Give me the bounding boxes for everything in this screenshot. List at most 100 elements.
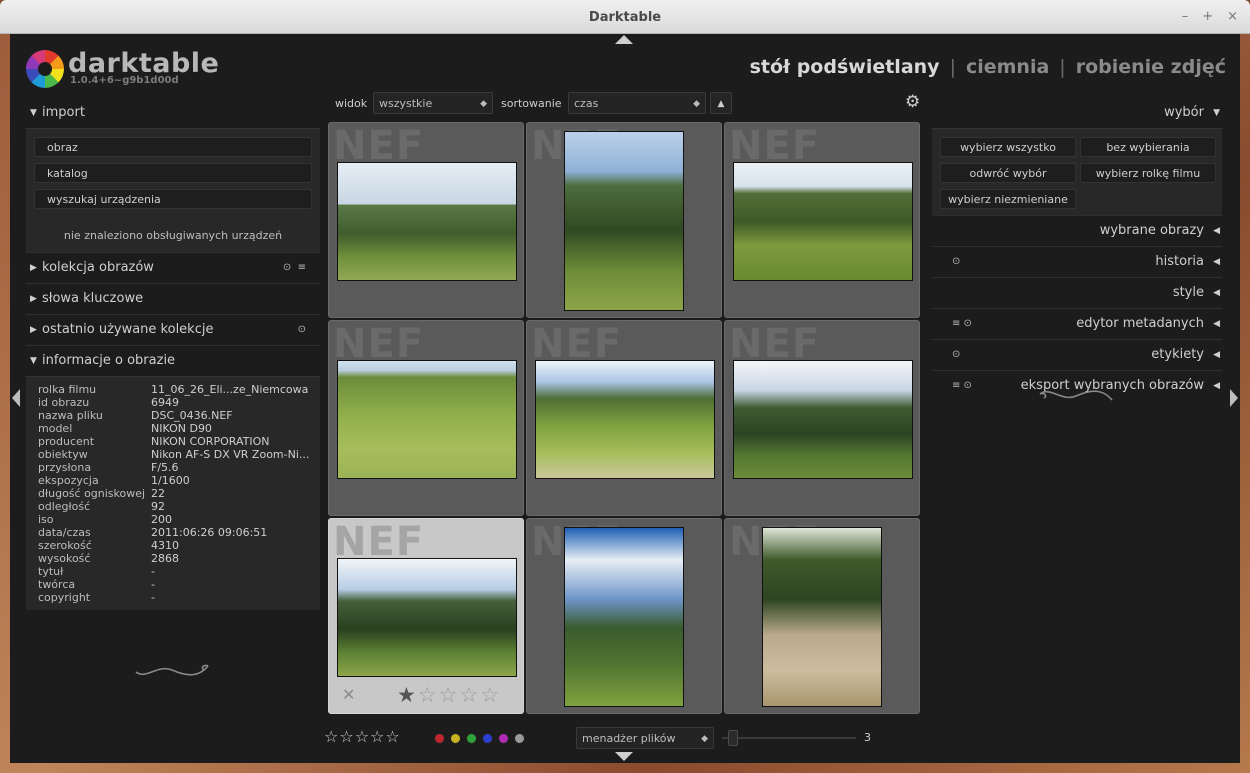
invert-selection-button[interactable]: odwróć wybór <box>940 163 1076 183</box>
view-filter-combo[interactable]: wszystkie ◆ <box>373 92 493 114</box>
thumbnail-image[interactable] <box>564 527 684 707</box>
reset-preset-icons[interactable]: ⊙ ≡ <box>283 253 306 283</box>
maximize-icon[interactable]: + <box>1202 9 1213 24</box>
thumbnail-grid: NEFNEFNEFNEFNEFNEFNEF✕★☆☆☆☆NEFNEF <box>328 122 922 716</box>
info-key: przysłona <box>38 461 92 474</box>
thumbnail-cell[interactable]: NEF <box>724 518 920 714</box>
select-none-button[interactable]: bez wybierania <box>1080 137 1216 157</box>
thumbnail-image[interactable] <box>564 131 684 311</box>
thumbnail-cell[interactable]: NEF ✕ ★☆☆☆☆ <box>328 518 524 714</box>
import-header[interactable]: ▼ import <box>26 98 320 128</box>
collapse-left-arrow-icon[interactable] <box>12 389 20 407</box>
reject-icon[interactable]: ✕ <box>342 685 355 704</box>
info-key: wysokość <box>38 552 91 565</box>
select-header[interactable]: wybór ▼ <box>932 98 1222 128</box>
star-icon[interactable]: ★ <box>397 683 418 707</box>
select-untouched-button[interactable]: wybierz niezmieniane <box>940 189 1076 209</box>
thumbnail-cell[interactable]: NEF <box>724 320 920 516</box>
module-icons[interactable]: ≡ ⊙ <box>952 309 972 339</box>
right-section-header[interactable]: ≡ ⊙ edytor metadanych ◀ <box>932 309 1222 339</box>
thumbnail-image[interactable] <box>762 527 882 707</box>
left-panel: ▼ import obraz katalog wyszukaj urządzen… <box>26 98 320 676</box>
zoom-slider-handle[interactable] <box>728 730 738 746</box>
image-info-header[interactable]: ▼ informacje o obrazie <box>26 346 320 376</box>
right-section-header[interactable]: ⊙ historia ◀ <box>932 247 1222 277</box>
thumbnail-image[interactable] <box>535 360 715 479</box>
layout-combo[interactable]: menadżer plików ◆ <box>576 727 714 749</box>
right-section-header[interactable]: wybrane obrazy ◀ <box>932 216 1222 246</box>
minimize-icon[interactable]: – <box>1182 9 1189 24</box>
window-title: Darktable <box>588 10 662 25</box>
color-label-dot[interactable] <box>498 733 509 744</box>
close-icon[interactable]: × <box>1227 9 1238 24</box>
info-value: 1/1600 <box>151 474 190 487</box>
thumbnail-cell[interactable]: NEF <box>526 518 722 714</box>
rating-filter-stars[interactable]: ☆☆☆☆☆ <box>324 727 401 746</box>
collapse-bottom-arrow-icon[interactable] <box>615 752 633 761</box>
info-value: 11_06_26_Eli...ze_Niemcowa <box>151 383 309 396</box>
info-row: model NIKON D90 <box>38 422 314 435</box>
star-icon[interactable]: ☆ <box>480 683 501 707</box>
darktable-logo-icon <box>26 50 64 88</box>
collapse-right-arrow-icon[interactable] <box>1230 389 1238 407</box>
color-label-dot[interactable] <box>482 733 493 744</box>
star-icon[interactable]: ☆ <box>418 683 439 707</box>
module-icons[interactable]: ⊙ <box>952 247 960 277</box>
right-section-header[interactable]: ⊙ etykiety ◀ <box>932 340 1222 370</box>
collapsed-triangle-icon: ▶ <box>30 263 37 273</box>
collapse-top-arrow-icon[interactable] <box>615 35 633 44</box>
recent-collections-header[interactable]: ▶ ostatnio używane kolekcje ⊙ <box>26 315 320 345</box>
image-info-table: rolka filmu 11_06_26_Eli...ze_Niemcowa id … <box>26 376 320 610</box>
view-lighttable[interactable]: stół podświetlany <box>750 56 940 78</box>
color-label-dot[interactable] <box>514 733 525 744</box>
module-icons[interactable]: ≡ ⊙ <box>952 371 972 401</box>
sort-combo[interactable]: czas ◆ <box>568 92 706 114</box>
color-label-dot[interactable] <box>434 733 445 744</box>
info-value: - <box>151 565 155 578</box>
view-filter-label: widok <box>335 97 368 110</box>
info-key: rolka filmu <box>38 383 97 396</box>
view-separator: | <box>949 56 956 78</box>
color-label-dot[interactable] <box>466 733 477 744</box>
thumbnail-cell[interactable]: NEF <box>724 122 920 318</box>
rating-stars[interactable]: ★☆☆☆☆ <box>397 683 501 707</box>
right-section-header[interactable]: style ◀ <box>932 278 1222 308</box>
select-film-roll-button[interactable]: wybierz rolkę filmu <box>1080 163 1216 183</box>
import-folder-button[interactable]: katalog <box>34 163 312 183</box>
info-row: data/czas 2011:06:26 09:06:51 <box>38 526 314 539</box>
thumbnail-image[interactable] <box>337 558 517 677</box>
info-key: tytuł <box>38 565 64 578</box>
chevron-updown-icon: ◆ <box>701 734 708 744</box>
star-icon[interactable]: ☆ <box>439 683 460 707</box>
reset-icon[interactable]: ⊙ <box>298 315 306 345</box>
thumbnail-image[interactable] <box>733 360 913 479</box>
keywords-title: słowa kluczowe <box>42 291 144 306</box>
select-box: wybierz wszystko bez wybierania odwróć w… <box>932 128 1222 215</box>
thumbnail-cell[interactable]: NEF <box>526 122 722 318</box>
thumbnail-image[interactable] <box>337 162 517 281</box>
import-image-button[interactable]: obraz <box>34 137 312 157</box>
select-all-button[interactable]: wybierz wszystko <box>940 137 1076 157</box>
thumbnail-cell[interactable]: NEF <box>526 320 722 516</box>
thumbnail-cell[interactable]: NEF <box>328 122 524 318</box>
collection-header[interactable]: ▶ kolekcja obrazów ⊙ ≡ <box>26 253 320 283</box>
thumbnail-cell[interactable]: NEF <box>328 320 524 516</box>
scan-devices-button[interactable]: wyszukaj urządzenia <box>34 189 312 209</box>
info-key: odległość <box>38 500 91 513</box>
right-section-title: wybrane obrazy <box>1099 223 1204 238</box>
view-darkroom[interactable]: ciemnia <box>966 56 1049 78</box>
star-icon[interactable]: ☆ <box>459 683 480 707</box>
color-label-dot[interactable] <box>450 733 461 744</box>
info-row: szerokość 4310 <box>38 539 314 552</box>
info-row: długość ogniskowej 22 <box>38 487 314 500</box>
keywords-header[interactable]: ▶ słowa kluczowe <box>26 284 320 314</box>
zoom-slider-track[interactable] <box>722 737 856 739</box>
view-tethering[interactable]: robienie zdjęć <box>1076 56 1226 78</box>
module-icons[interactable]: ⊙ <box>952 340 960 370</box>
info-key: data/czas <box>38 526 91 539</box>
collapsed-triangle-icon: ◀ <box>1213 319 1220 329</box>
gear-icon[interactable]: ⚙ <box>905 92 920 112</box>
sort-order-button[interactable]: ▲ <box>710 92 732 114</box>
thumbnail-image[interactable] <box>733 162 913 281</box>
thumbnail-image[interactable] <box>337 360 517 479</box>
